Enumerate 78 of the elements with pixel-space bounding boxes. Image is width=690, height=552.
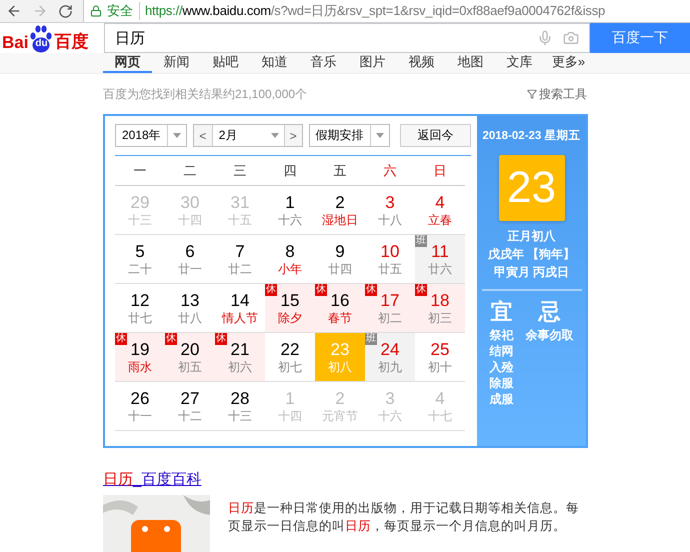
day-cell[interactable]: 9 廿四 xyxy=(315,235,365,283)
day-cell[interactable]: 26 十一 xyxy=(115,382,165,430)
lunar-date: 正月初八 xyxy=(508,228,556,245)
secure-label: 安全 xyxy=(107,2,140,20)
weekday-header: 日 xyxy=(415,156,465,186)
weekday-header: 一 xyxy=(115,156,165,186)
auspicious-heading: 宜 xyxy=(490,298,512,326)
result-count: 百度为您找到相关结果约21,100,000个 xyxy=(103,86,308,102)
day-cell[interactable]: 10 廿五 xyxy=(365,235,415,283)
lock-icon xyxy=(90,5,102,17)
day-cell[interactable]: 28 十三 xyxy=(215,382,265,430)
weekday-header: 二 xyxy=(165,156,215,186)
day-cell[interactable]: 休 18 初三 xyxy=(415,284,465,332)
day-cell[interactable]: 休 20 初五 xyxy=(165,333,215,381)
day-cell[interactable]: 14 情人节 xyxy=(215,284,265,332)
day-cell[interactable]: 3 十八 xyxy=(365,186,415,234)
month-select[interactable]: < 2月 > xyxy=(192,124,303,147)
weekday-header: 四 xyxy=(265,156,315,186)
logo[interactable]: Bai du 百度 xyxy=(2,23,98,53)
nav-tab[interactable]: 贴吧 xyxy=(201,53,250,73)
lunar-date: 戊戌年 【狗年】 xyxy=(488,246,576,263)
auspicious-item: 成服 xyxy=(490,391,514,407)
back-icon[interactable] xyxy=(6,3,22,19)
day-cell[interactable]: 27 十二 xyxy=(165,382,215,430)
day-cell[interactable]: 22 初七 xyxy=(265,333,315,381)
previous-month-button[interactable]: < xyxy=(194,125,212,146)
day-cell[interactable]: 8 小年 xyxy=(265,235,315,283)
day-cell[interactable]: 6 廿一 xyxy=(165,235,215,283)
nav-tab[interactable]: 新闻 xyxy=(152,53,201,73)
year-select[interactable]: 2018年 xyxy=(115,124,187,147)
day-cell[interactable]: 班 11 廿六 xyxy=(415,235,465,283)
day-cell[interactable]: 1 十六 xyxy=(265,186,315,234)
day-cell[interactable]: 休 15 除夕 xyxy=(265,284,315,332)
nav-tab[interactable]: 音乐 xyxy=(299,53,348,73)
nav-tab[interactable]: 文库 xyxy=(495,53,544,73)
today-button[interactable]: 返回今 xyxy=(400,124,471,147)
selected-day: 23 xyxy=(498,155,564,221)
inauspicious-item: 余事勿取 xyxy=(526,327,574,343)
auspicious-item: 祭祀 xyxy=(490,327,514,343)
inauspicious-heading: 忌 xyxy=(538,298,560,326)
day-cell[interactable]: 休 16 春节 xyxy=(315,284,365,332)
result-snippet: 日历是一种日常使用的出版物，用于记载日期等相关信息。每页显示一日信息的叫 日历，每页显示一个月信息的叫月历。 xyxy=(228,500,580,535)
day-cell[interactable]: 12 廿七 xyxy=(115,284,165,332)
auspicious-item: 入殓 xyxy=(490,359,514,375)
day-cell[interactable]: 5 二十 xyxy=(115,235,165,283)
nav-tab[interactable]: 视频 xyxy=(397,53,446,73)
caret-icon xyxy=(270,133,279,138)
nav-tab[interactable]: 知道 xyxy=(250,53,299,73)
day-cell[interactable]: 休 17 初二 xyxy=(365,284,415,332)
search-button[interactable]: 百度一下 xyxy=(590,23,690,53)
day-cell[interactable]: 2 湿地日 xyxy=(315,186,365,234)
day-cell[interactable]: 休 19 雨水 xyxy=(115,333,165,381)
selected-date: 2018-02-23 星期五 xyxy=(482,128,581,143)
reload-icon[interactable] xyxy=(58,4,73,18)
auspicious-item: 结网 xyxy=(490,343,514,359)
lunar-date: 甲寅月 丙戌日 xyxy=(494,264,570,281)
day-cell[interactable]: 休 21 初六 xyxy=(215,333,265,381)
weekday-header: 六 xyxy=(365,156,415,186)
search-tools-link[interactable]: 搜索工具 xyxy=(539,86,587,102)
weekday-header: 五 xyxy=(315,156,365,186)
caret-icon xyxy=(172,133,181,138)
url-text: https://www.baidu.com/s?wd=日历&rsv_spt=1&rsv_iqid=0xf88aef9a0004762f&issp xyxy=(145,2,606,20)
auspicious-item: 除服 xyxy=(490,375,514,391)
day-cell[interactable]: 7 廿二 xyxy=(215,235,265,283)
address-bar[interactable]: 安全 https://www.baidu.com/s?wd=日历&rsv_spt=1&rsv_iqid=0xf88aef9a0004762f&issp xyxy=(83,0,690,22)
nav-tab[interactable]: 网页 xyxy=(103,53,152,73)
weekday-header: 三 xyxy=(215,156,265,186)
nav-tab[interactable]: 地图 xyxy=(446,53,495,73)
nav-tab[interactable]: 更多» xyxy=(544,53,593,73)
day-cell[interactable]: 4 立春 xyxy=(415,186,465,234)
holiday-select[interactable]: 假期安排 xyxy=(308,124,390,147)
day-cell[interactable]: 25 初十 xyxy=(415,333,465,381)
filter-icon[interactable] xyxy=(527,89,537,99)
day-cell[interactable]: 13 廿八 xyxy=(165,284,215,332)
day-cell[interactable]: 班 24 初九 xyxy=(365,333,415,381)
nav-tab[interactable]: 图片 xyxy=(348,53,397,73)
caret-icon xyxy=(376,133,384,138)
next-month-button[interactable]: > xyxy=(284,125,302,146)
